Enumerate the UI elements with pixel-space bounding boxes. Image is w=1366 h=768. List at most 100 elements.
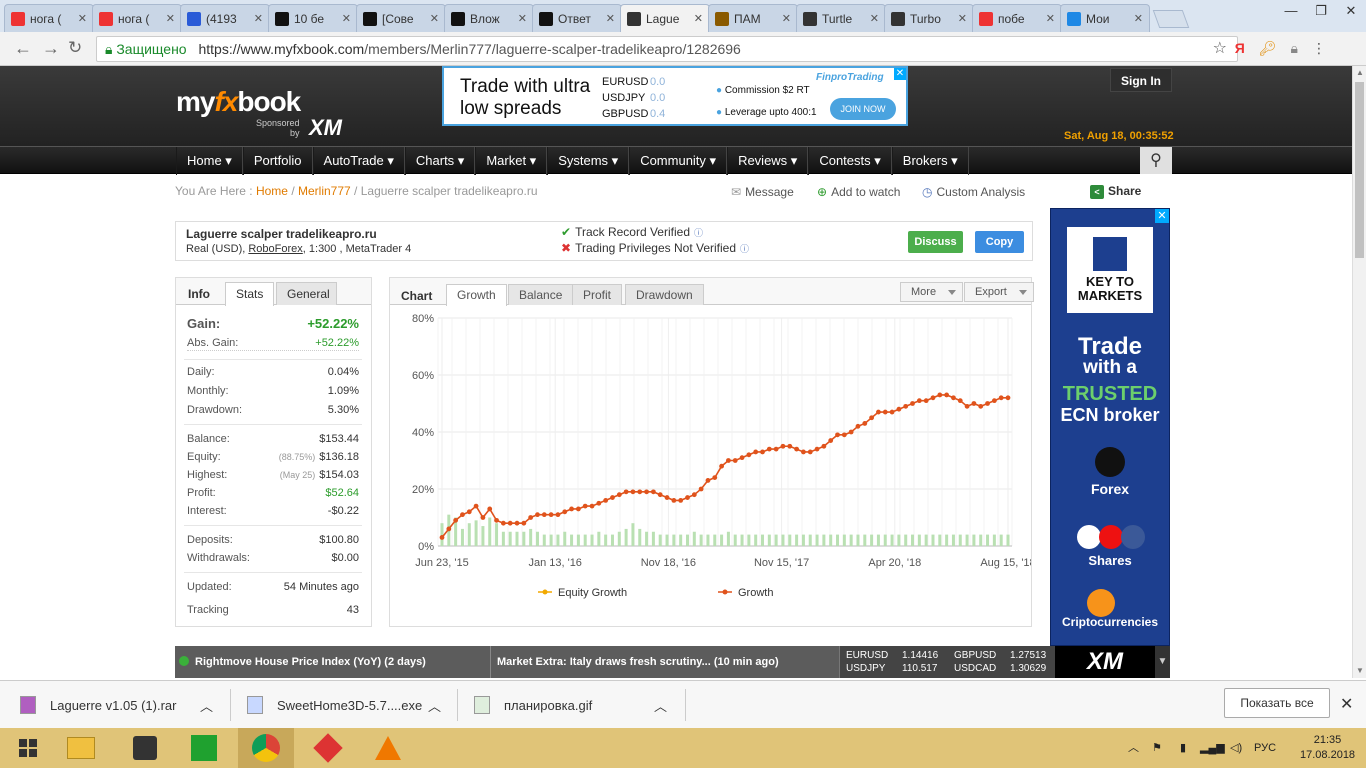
signal-icon[interactable]: ▂▄▆ xyxy=(1200,728,1225,768)
share-button[interactable]: < Share xyxy=(1090,184,1141,199)
close-tab-icon[interactable]: ✕ xyxy=(606,12,615,25)
broker-link[interactable]: RoboForex xyxy=(248,243,302,255)
menu-item[interactable]: Portfolio xyxy=(242,147,313,175)
menu-item[interactable]: Charts ▾ xyxy=(404,147,476,175)
clock[interactable]: 21:35 17.08.2018 xyxy=(1300,733,1355,763)
xm-ticker-logo[interactable]: XM xyxy=(1055,646,1155,678)
top-ad-banner[interactable]: Trade with ultra low spreads EURUSD USDJPY… xyxy=(442,66,908,126)
maximize-icon[interactable]: ❐ xyxy=(1306,0,1336,22)
browser-tab[interactable]: нога (✕ xyxy=(4,4,94,32)
browser-tab[interactable]: ПАМ ✕ xyxy=(708,4,798,32)
scroll-up-icon[interactable]: ▲ xyxy=(1353,66,1366,80)
flag-icon[interactable]: ⚑ xyxy=(1152,728,1162,768)
scroll-thumb[interactable] xyxy=(1355,82,1364,258)
browser-tab[interactable]: Turbo ✕ xyxy=(884,4,974,32)
tab-drawdown[interactable]: Drawdown xyxy=(625,284,704,305)
close-tab-icon[interactable]: ✕ xyxy=(870,12,879,25)
ticker-news-1[interactable]: Rightmove House Price Index (YoY) (2 day… xyxy=(179,646,426,678)
close-tab-icon[interactable]: ✕ xyxy=(1046,12,1055,25)
side-ad-banner[interactable]: ✕ KEY TO MARKETS Trade with a TRUSTED EC… xyxy=(1050,208,1170,646)
download-item[interactable]: Laguerre v1.05 (1).rar xyxy=(20,681,220,729)
browser-tab[interactable]: Lague ✕ xyxy=(620,4,710,32)
lock-extension-icon[interactable]: 🔒︎ xyxy=(1291,40,1298,57)
close-tab-icon[interactable]: ✕ xyxy=(694,12,703,25)
download-item[interactable]: планировка.gif xyxy=(474,681,654,729)
close-download-bar-icon[interactable]: ✕ xyxy=(1340,694,1353,714)
menu-item[interactable]: Brokers ▾ xyxy=(891,147,969,175)
browser-tab[interactable]: Ответ ✕ xyxy=(532,4,622,32)
menu-item[interactable]: Contests ▾ xyxy=(808,147,892,175)
battery-icon[interactable]: ▮ xyxy=(1180,728,1186,768)
reload-icon[interactable]: ↻ xyxy=(68,38,82,58)
browser-tab[interactable]: Мои ✕ xyxy=(1060,4,1150,32)
copy-button[interactable]: Copy xyxy=(975,231,1024,253)
world-of-tanks-icon[interactable] xyxy=(117,728,173,768)
sign-in-button[interactable]: Sign In xyxy=(1110,68,1172,92)
breadcrumb-user[interactable]: Merlin777 xyxy=(298,184,351,198)
tab-general[interactable]: General xyxy=(276,282,337,305)
download-item[interactable]: SweetHome3D-5.7....exe xyxy=(247,681,447,729)
tab-growth[interactable]: Growth xyxy=(446,284,507,306)
more-dropdown[interactable]: More xyxy=(900,282,964,302)
menu-item[interactable]: Market ▾ xyxy=(475,147,548,175)
tab-stats[interactable]: Stats xyxy=(225,282,275,306)
file-explorer-icon[interactable] xyxy=(53,728,109,768)
menu-item[interactable]: Reviews ▾ xyxy=(727,147,809,175)
chevron-up-icon[interactable]: ︿ xyxy=(654,681,667,729)
chevron-up-icon[interactable]: ︿ xyxy=(428,681,441,729)
message-link[interactable]: ✉ Message xyxy=(731,185,794,199)
forward-icon[interactable]: → xyxy=(42,38,60,59)
menu-item[interactable]: Home ▾ xyxy=(176,147,243,175)
scroll-down-icon[interactable]: ▼ xyxy=(1353,664,1366,678)
browser-menu-icon[interactable]: ⋮ xyxy=(1312,40,1326,57)
ad-join-button[interactable]: JOIN NOW xyxy=(830,98,896,120)
browser-tab[interactable]: (4193 ✕ xyxy=(180,4,270,32)
chevron-up-icon[interactable]: ︿ xyxy=(200,681,213,729)
url-bar[interactable]: 🔒︎ Защищено https://www.myfxbook.com/mem… xyxy=(96,36,1238,62)
help-icon[interactable]: ⓘ xyxy=(740,244,749,254)
browser-tab[interactable]: нога (✕ xyxy=(92,4,182,32)
close-tab-icon[interactable]: ✕ xyxy=(518,12,527,25)
discuss-button[interactable]: Discuss xyxy=(908,231,963,253)
tab-profit[interactable]: Profit xyxy=(572,284,623,305)
xm-sponsor-logo[interactable]: XM xyxy=(309,115,342,141)
volume-icon[interactable]: ◁) xyxy=(1230,728,1242,768)
browser-tab[interactable]: 10 бе ✕ xyxy=(268,4,358,32)
tab-balance[interactable]: Balance xyxy=(508,284,574,305)
close-tab-icon[interactable]: ✕ xyxy=(342,12,351,25)
avast-icon[interactable] xyxy=(360,728,416,768)
browser-tab[interactable]: побе ✕ xyxy=(972,4,1062,32)
menu-item[interactable]: Community ▾ xyxy=(629,147,728,175)
new-tab-button[interactable] xyxy=(1152,10,1190,28)
close-tab-icon[interactable]: ✕ xyxy=(782,12,791,25)
close-tab-icon[interactable]: ✕ xyxy=(254,12,263,25)
custom-analysis-link[interactable]: ◷ Custom Analysis xyxy=(922,185,1025,199)
minimize-icon[interactable]: — xyxy=(1276,0,1306,22)
app-icon[interactable] xyxy=(300,728,356,768)
search-icon[interactable]: ⚲ xyxy=(1140,147,1172,174)
chevron-down-icon[interactable]: ▼ xyxy=(1155,646,1170,678)
close-tab-icon[interactable]: ✕ xyxy=(1134,12,1143,25)
myfxbook-logo[interactable]: myfxbook xyxy=(176,86,301,118)
ad-close-icon[interactable]: ✕ xyxy=(894,68,906,80)
language-indicator[interactable]: РУС xyxy=(1254,728,1276,768)
windows-start-icon[interactable] xyxy=(0,728,56,768)
chrome-icon[interactable] xyxy=(238,728,294,768)
bookmark-star-icon[interactable]: ☆ xyxy=(1213,37,1227,61)
close-tab-icon[interactable]: ✕ xyxy=(166,12,175,25)
page-scrollbar[interactable]: ▲ ▼ xyxy=(1352,66,1366,678)
help-icon[interactable]: ⓘ xyxy=(694,228,703,238)
key-extension-icon[interactable]: 🔑︎ xyxy=(1259,40,1277,57)
close-tab-icon[interactable]: ✕ xyxy=(78,12,87,25)
back-icon[interactable]: ← xyxy=(14,38,32,59)
menu-item[interactable]: AutoTrade ▾ xyxy=(312,147,405,175)
menu-item[interactable]: Systems ▾ xyxy=(547,147,630,175)
close-tab-icon[interactable]: ✕ xyxy=(958,12,967,25)
ticker-news-2[interactable]: Market Extra: Italy draws fresh scrutiny… xyxy=(497,646,779,678)
close-tab-icon[interactable]: ✕ xyxy=(430,12,439,25)
ad-close-icon[interactable]: ✕ xyxy=(1155,209,1169,223)
store-icon[interactable] xyxy=(176,728,232,768)
close-window-icon[interactable]: ✕ xyxy=(1336,0,1366,22)
export-dropdown[interactable]: Export xyxy=(964,282,1034,302)
browser-tab[interactable]: Влож ✕ xyxy=(444,4,534,32)
